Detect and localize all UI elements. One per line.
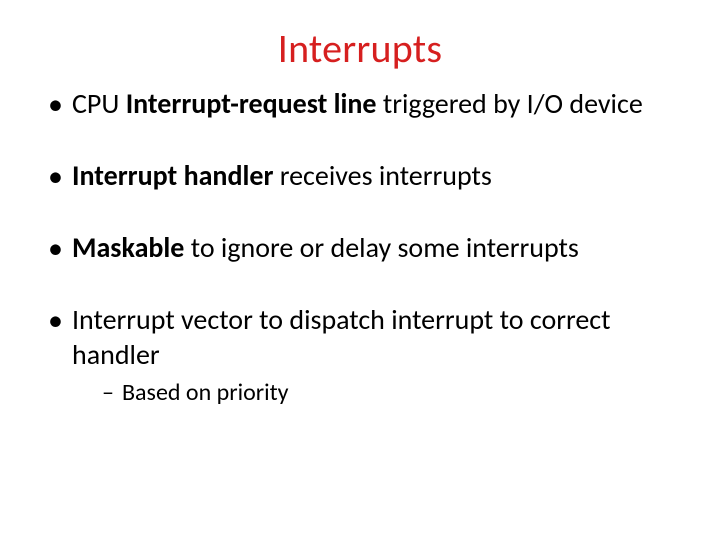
bullet-text: triggered by I/O device: [377, 86, 643, 121]
bullet-item: Maskable to ignore or delay some interru…: [44, 231, 676, 265]
bullet-item: Interrupt handler receives interrupts: [44, 159, 676, 193]
sub-bullet-item: Based on priority: [102, 378, 676, 408]
bullet-item: Interrupt vector to dispatch interrupt t…: [44, 303, 676, 407]
bullet-bold: Maskable: [72, 230, 184, 265]
bullet-text: to ignore or delay some interrupts: [184, 230, 578, 265]
slide: Interrupts CPU Interrupt-request line tr…: [0, 0, 720, 540]
slide-title: Interrupts: [0, 0, 720, 87]
bullet-list: CPU Interrupt-request line triggered by …: [0, 87, 720, 408]
bullet-bold: Interrupt handler: [72, 158, 273, 193]
bullet-text: receives interrupts: [273, 158, 491, 193]
bullet-item: CPU Interrupt-request line triggered by …: [44, 87, 676, 121]
bullet-text: Interrupt vector to dispatch interrupt t…: [72, 302, 611, 371]
sub-bullet-text: Based on priority: [122, 378, 289, 407]
sub-bullet-list: Based on priority: [72, 378, 676, 408]
bullet-text: CPU: [72, 86, 126, 121]
bullet-bold: Interrupt-request line: [126, 86, 377, 121]
